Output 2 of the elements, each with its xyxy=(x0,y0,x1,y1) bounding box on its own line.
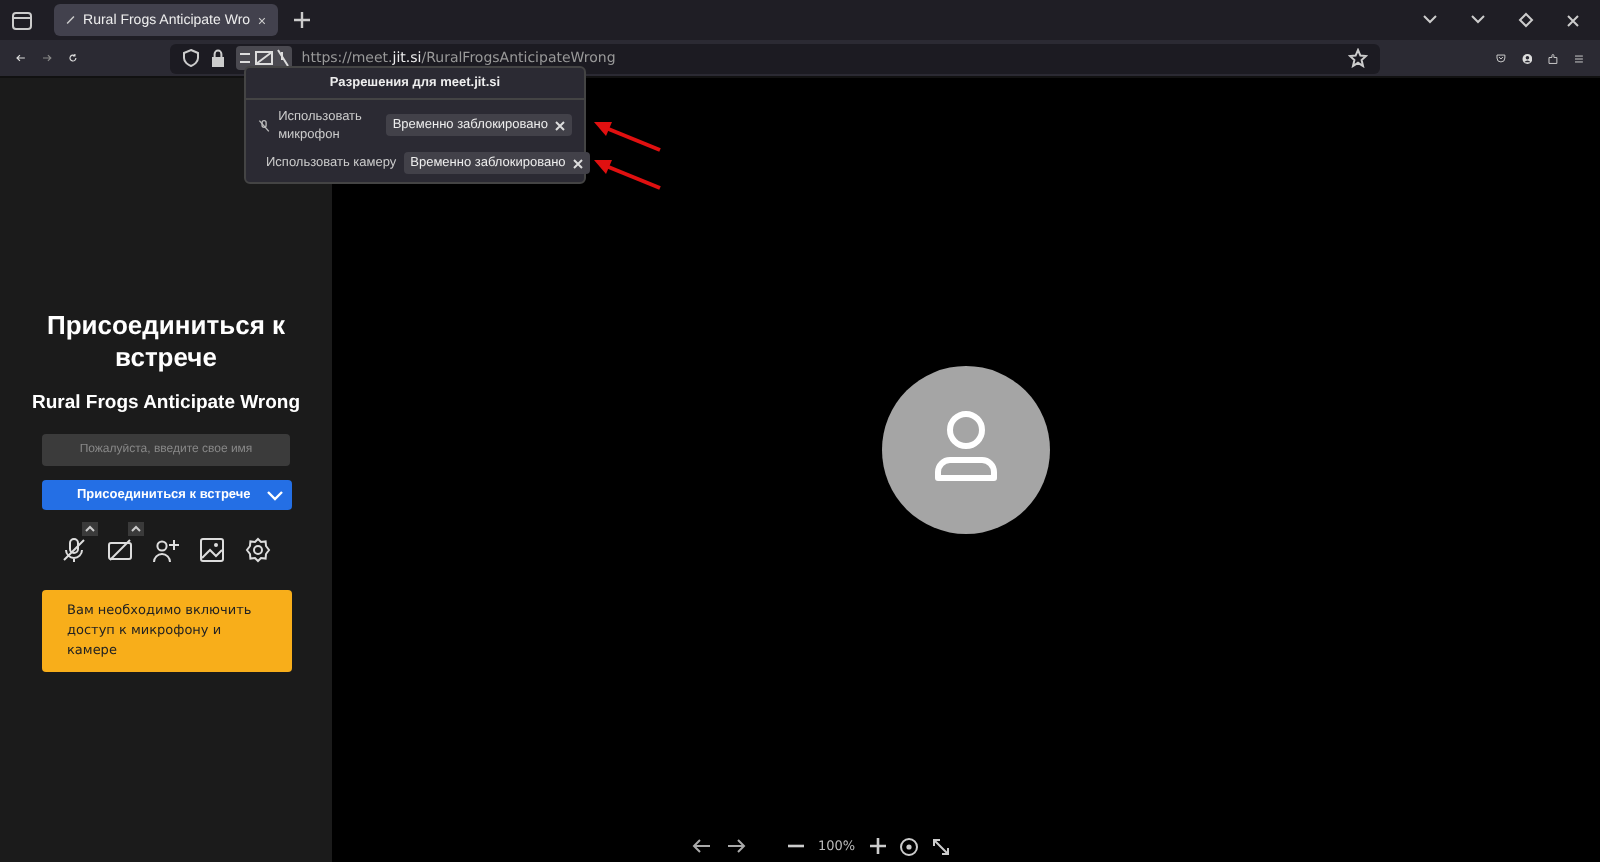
prejoin-title: Присоединиться к встрече xyxy=(44,310,288,374)
meeting-name: Rural Frogs Anticipate Wrong xyxy=(31,392,301,414)
